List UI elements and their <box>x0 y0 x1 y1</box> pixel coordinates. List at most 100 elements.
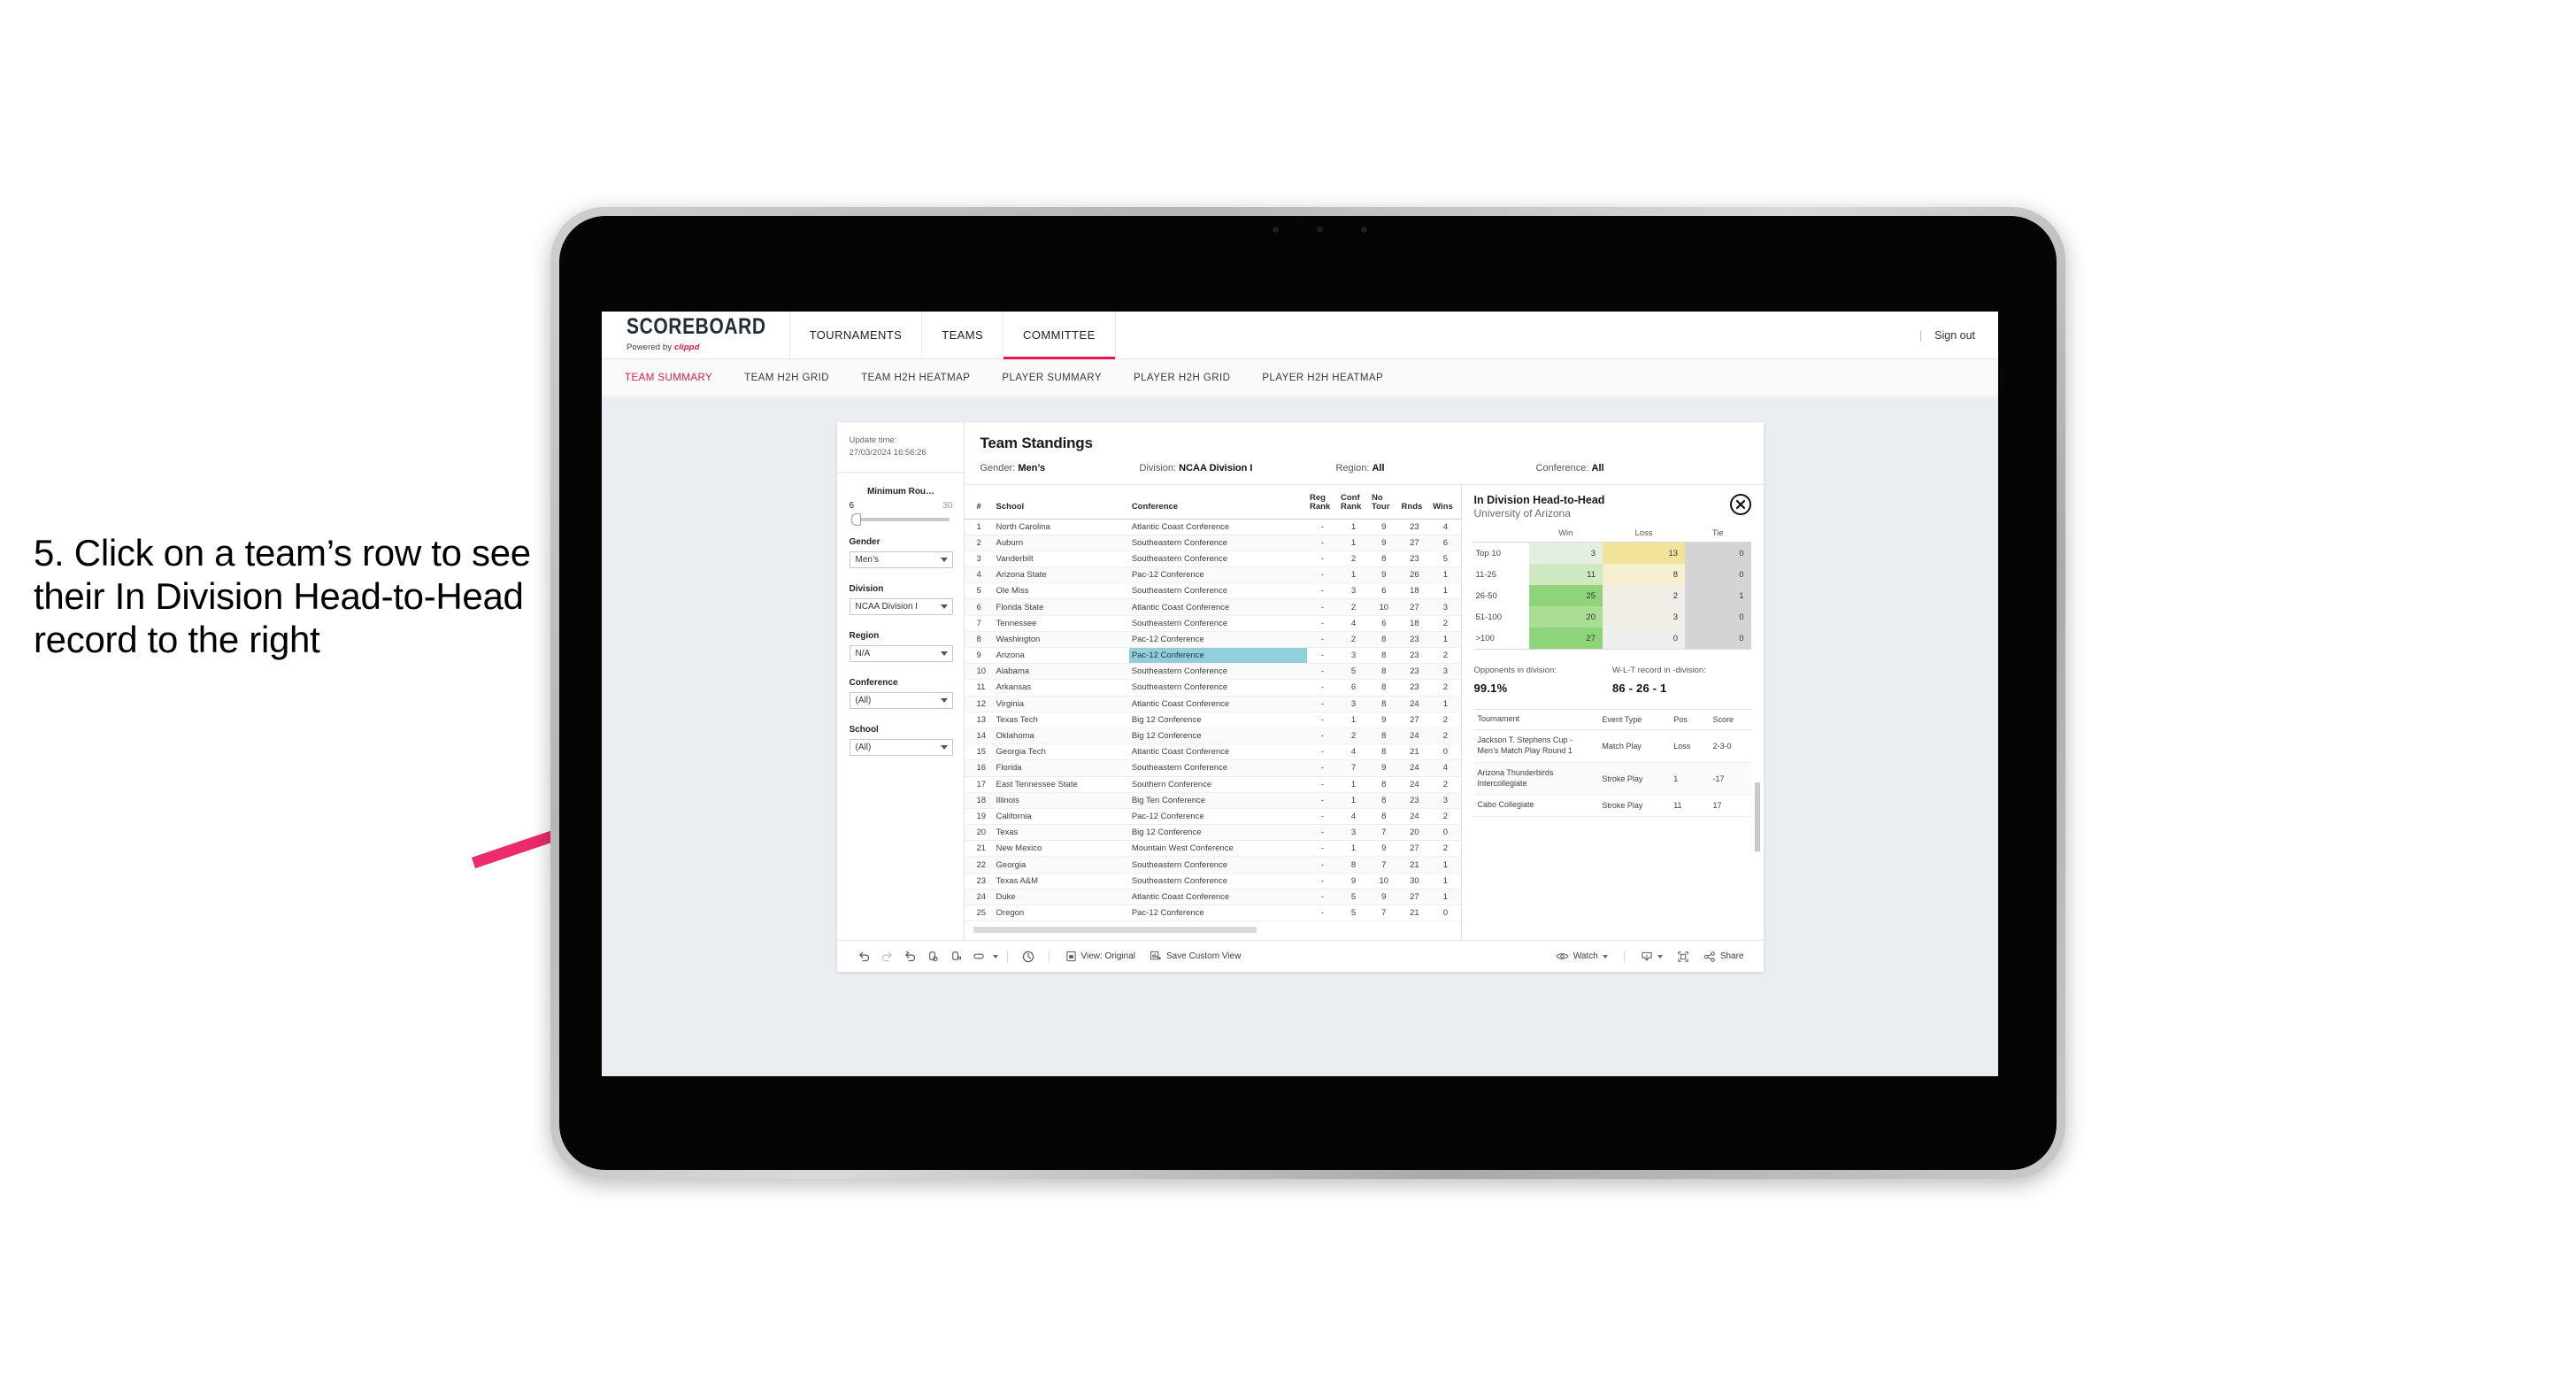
tab-player-h2h-heatmap[interactable]: PLAYER H2H HEATMAP <box>1262 373 1403 383</box>
sign-out-link[interactable]: Sign out <box>1934 329 1975 342</box>
col-school[interactable]: School <box>993 490 1129 520</box>
download-button[interactable] <box>1634 951 1670 963</box>
device-layout-icon[interactable] <box>968 947 991 966</box>
table-row[interactable]: 7 Tennessee Southeastern Conference -4 6 18 2 <box>964 615 1461 632</box>
row-rank: 23 <box>964 873 994 889</box>
row-no-tour: 9 <box>1369 519 1399 535</box>
table-row[interactable]: 16 Florida Southeastern Conference -7 9 24 4 <box>964 759 1461 777</box>
row-rnds: 18 <box>1398 615 1431 632</box>
row-school: Arizona State <box>993 566 1129 584</box>
tab-player-summary[interactable]: PLAYER SUMMARY <box>1002 373 1121 383</box>
close-icon[interactable] <box>1729 494 1751 515</box>
row-rank: 14 <box>964 728 994 745</box>
table-row[interactable]: 19 California Pac-12 Conference -4 8 24 2 <box>964 808 1461 826</box>
gender-select[interactable]: Men’s <box>849 551 953 568</box>
device-layout-chevron-icon[interactable] <box>992 954 998 959</box>
tab-team-h2h-heatmap[interactable]: TEAM H2H HEATMAP <box>861 373 989 383</box>
table-row[interactable]: 24 Duke Atlantic Coast Conference -5 9 27 1 <box>964 889 1461 906</box>
table-row[interactable]: 5 Ole Miss Southeastern Conference -3 6 18 1 <box>964 582 1461 600</box>
table-row[interactable]: 1 North Carolina Atlantic Coast Conference… <box>964 519 1461 535</box>
list-item[interactable]: Jackson T. Stephens Cup - Men’s Match Pl… <box>1473 729 1751 763</box>
col-no-tour[interactable]: No Tour <box>1369 490 1399 520</box>
row-no-tour: 8 <box>1369 776 1399 793</box>
table-row[interactable]: 8 Washington Pac-12 Conference -2 8 23 1 <box>964 631 1461 649</box>
table-row[interactable]: 9 Arizona Pac-12 Conference -3 8 23 2 <box>964 647 1461 665</box>
filter-conference: Conference (All) <box>849 678 953 709</box>
region-select[interactable]: N/A <box>849 644 953 662</box>
instruction-text: 5. Click on a team’s row to see their In… <box>34 532 531 661</box>
col-rank[interactable]: # <box>964 490 994 520</box>
nav-item-committee[interactable]: COMMITTEE <box>1003 312 1116 359</box>
row-reg-rank: - <box>1307 615 1339 632</box>
table-row[interactable]: 12 Virginia Atlantic Coast Conference -3 8 24… <box>964 696 1461 712</box>
nav-item-tournaments[interactable]: TOURNAMENTS <box>790 312 923 358</box>
col-wins[interactable]: Wins <box>1430 490 1461 520</box>
tab-team-summary[interactable]: TEAM SUMMARY <box>625 373 732 383</box>
vertical-scrollbar[interactable] <box>1754 782 1760 851</box>
table-row[interactable]: 20 Texas Big 12 Conference -3 7 20 0 <box>964 824 1461 842</box>
table-row[interactable]: 13 Texas Tech Big 12 Conference -1 9 27 2 <box>964 712 1461 728</box>
share-button[interactable]: Share <box>1696 951 1751 963</box>
table-row[interactable]: 11 Arkansas Southeastern Conference -6 8 23 2 <box>964 679 1461 697</box>
view-original-button[interactable]: View: Original <box>1058 951 1143 962</box>
refresh-data-icon[interactable] <box>922 947 945 966</box>
h2h-loss-cell: 13 <box>1603 542 1686 564</box>
redo-icon[interactable] <box>876 947 899 966</box>
table-row[interactable]: 4 Arizona State Pac-12 Conference -1 9 26 1 <box>964 566 1461 584</box>
minimum-rounds-label: Minimum Rou… <box>866 486 935 497</box>
row-conf-rank: 1 <box>1338 519 1370 535</box>
table-row[interactable]: 2 Auburn Southeastern Conference -1 9 27 6 <box>964 535 1461 551</box>
minimum-rounds-slider[interactable] <box>850 512 950 526</box>
tab-team-h2h-grid[interactable]: TEAM H2H GRID <box>744 373 849 383</box>
h2h-tie-cell: 0 <box>1685 542 1751 564</box>
row-rnds: 27 <box>1398 840 1431 858</box>
tab-player-h2h-grid[interactable]: PLAYER H2H GRID <box>1134 373 1250 383</box>
table-row[interactable]: 25 Oregon Pac-12 Conference -5 7 21 0 <box>964 905 1461 922</box>
row-reg-rank: - <box>1307 663 1339 681</box>
slider-handle[interactable] <box>850 512 861 526</box>
col-reg-rank[interactable]: Reg Rank <box>1307 490 1339 520</box>
nav-item-teams[interactable]: TEAMS <box>922 312 1004 358</box>
conference-select[interactable]: (All) <box>849 691 953 709</box>
fullscreen-button[interactable] <box>1670 951 1696 963</box>
update-time-label: Update time: <box>849 435 897 445</box>
table-row[interactable]: 3 Vanderbilt Southeastern Conference -2 8 23 5 <box>964 551 1461 568</box>
undo-icon[interactable] <box>853 947 876 966</box>
division-select[interactable]: NCAA Division I <box>849 597 953 615</box>
table-row[interactable]: 23 Texas A&M Southeastern Conference -9 10 30… <box>964 873 1461 889</box>
row-conf-rank: 3 <box>1338 647 1370 665</box>
col-conf-rank[interactable]: Conf Rank <box>1338 490 1370 520</box>
pause-updates-icon[interactable] <box>945 947 968 966</box>
row-school: Illinois <box>993 792 1129 809</box>
table-row[interactable]: 14 Oklahoma Big 12 Conference -2 8 24 2 <box>964 728 1461 745</box>
col-conference[interactable]: Conference <box>1128 490 1308 520</box>
table-row[interactable]: 15 Georgia Tech Atlantic Coast Conference -… <box>964 743 1461 761</box>
row-wins: 1 <box>1430 889 1461 906</box>
brand-logo[interactable]: SCOREBOARD Powered by clippd <box>602 312 790 358</box>
revert-icon[interactable] <box>899 947 922 966</box>
standings-thead: # School Conference Reg Rank Conf Rank No T… <box>964 490 1461 520</box>
table-row[interactable]: 22 Georgia Southeastern Conference -8 7 21 1 <box>964 856 1461 874</box>
row-rank: 4 <box>964 566 994 584</box>
horizontal-scrollbar[interactable] <box>973 927 1257 934</box>
eye-icon <box>1556 953 1569 959</box>
table-row[interactable]: 6 Florida State Atlantic Coast Conference -… <box>964 598 1461 616</box>
row-reg-rank: - <box>1307 808 1339 826</box>
table-row[interactable]: 10 Alabama Southeastern Conference -5 8 23 3 <box>964 663 1461 681</box>
watch-button[interactable]: Watch <box>1549 951 1615 961</box>
row-no-tour: 8 <box>1369 551 1399 568</box>
table-row[interactable]: 21 New Mexico Mountain West Conference -1 9 2… <box>964 840 1461 858</box>
save-custom-view-button[interactable]: Save Custom View <box>1142 951 1248 962</box>
share-icon <box>1703 951 1715 962</box>
alert-icon[interactable] <box>1017 947 1040 966</box>
table-row[interactable]: 17 East Tennessee State Southern Conferenc… <box>964 776 1461 793</box>
col-rnds[interactable]: Rnds <box>1398 490 1431 520</box>
list-item[interactable]: Cabo Collegiate Stroke Play 11 17 <box>1473 794 1751 818</box>
school-select[interactable]: (All) <box>849 738 953 756</box>
list-item[interactable]: Arizona Thunderbirds Intercollegiate Stro… <box>1473 762 1751 796</box>
row-conf-rank: 5 <box>1338 663 1370 681</box>
table-row[interactable]: 18 Illinois Big Ten Conference -1 8 23 3 <box>964 792 1461 809</box>
row-conf-rank: 1 <box>1338 776 1370 793</box>
row-conference: Big 12 Conference <box>1128 824 1308 842</box>
kpi-opponents-in-division: Opponents in division: 99.1% <box>1474 666 1613 695</box>
